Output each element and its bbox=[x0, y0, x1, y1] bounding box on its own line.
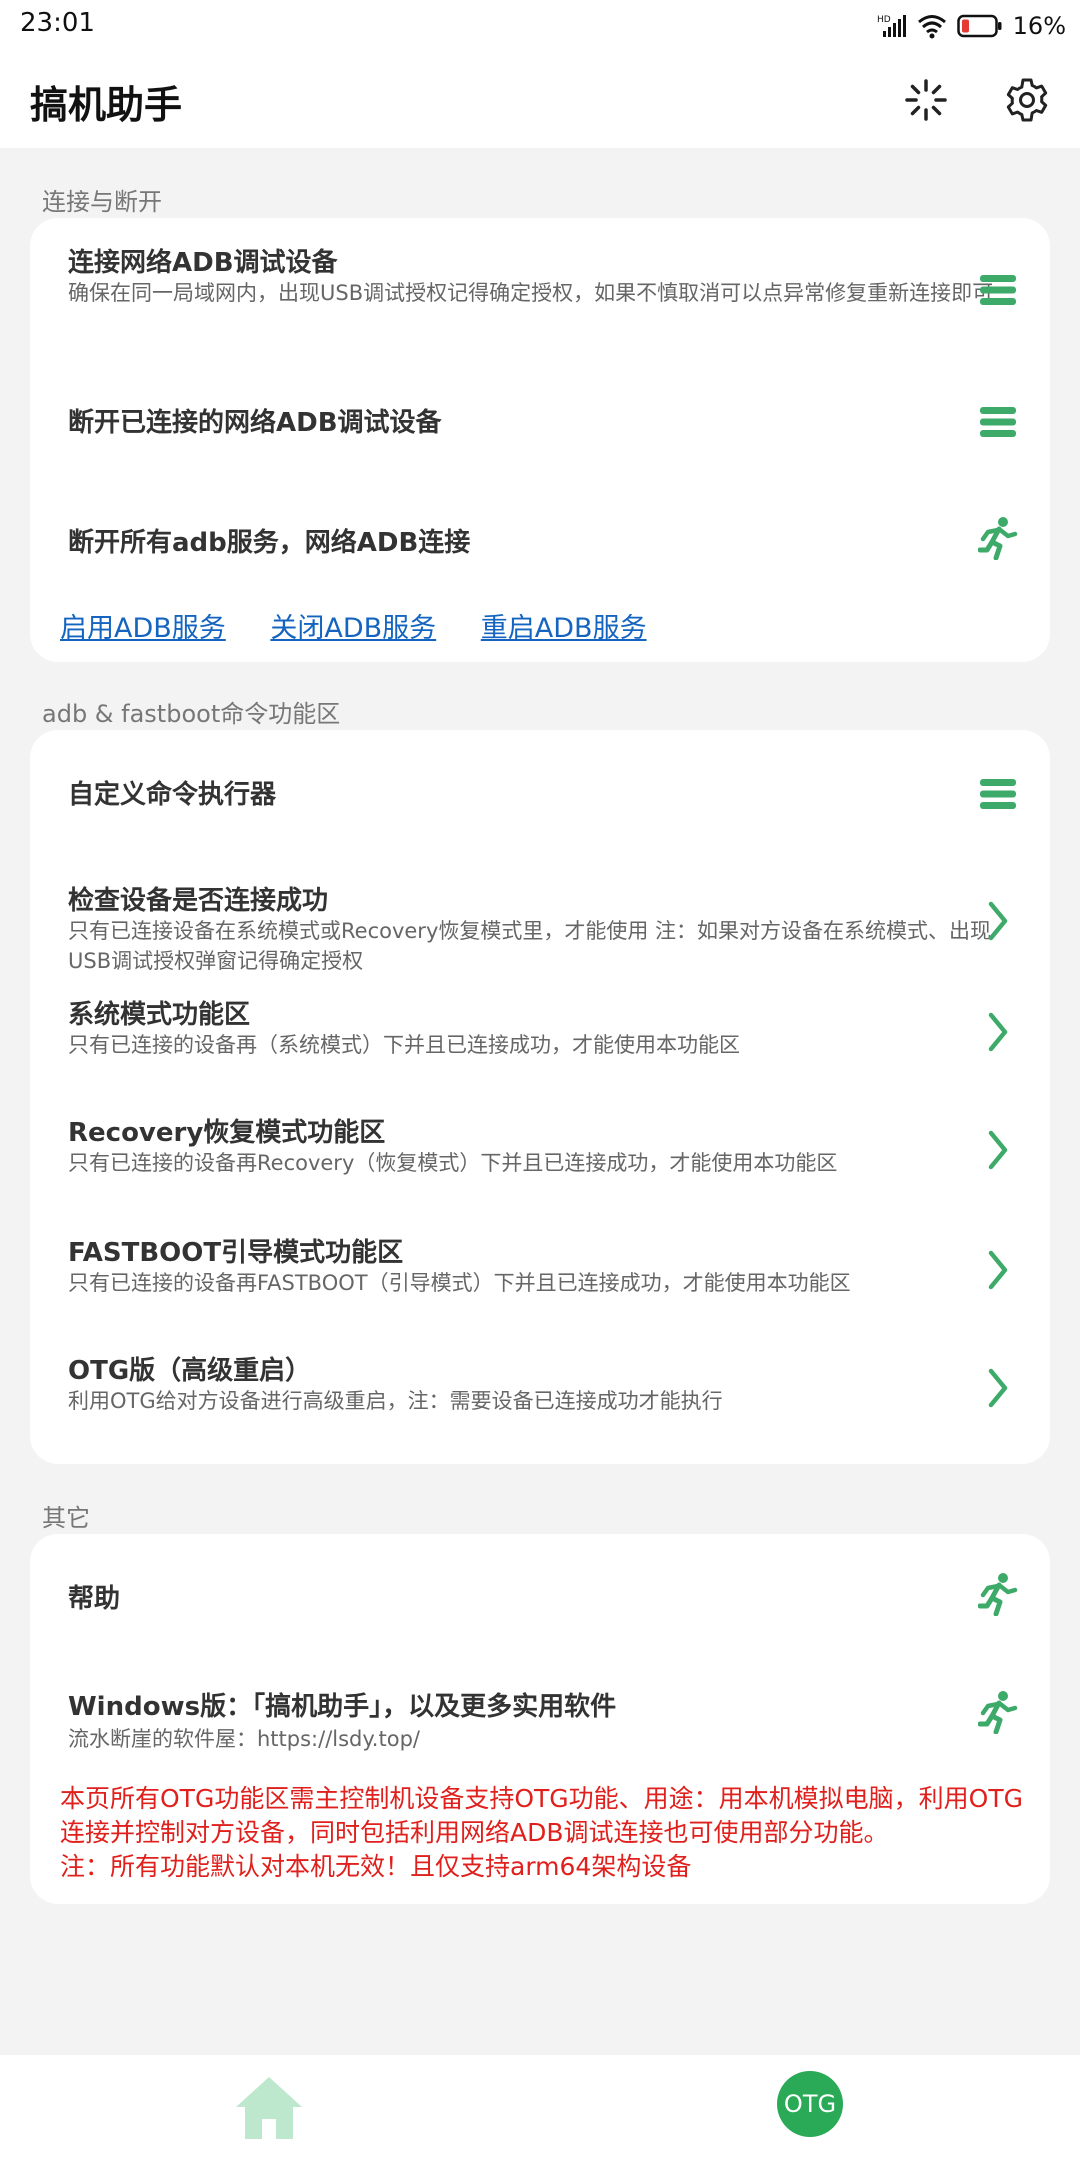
loading-spinner-icon[interactable] bbox=[898, 72, 954, 128]
row-title: Recovery恢复模式功能区 bbox=[68, 1118, 386, 1148]
row-title: 自定义命令执行器 bbox=[68, 780, 277, 810]
bottom-nav: OTG bbox=[0, 2055, 1080, 2160]
row-subtitle: 流水断崖的软件屋：https://lsdy.top/ bbox=[68, 1727, 420, 1751]
gear-icon[interactable] bbox=[999, 72, 1055, 128]
row-custom-command[interactable]: 自定义命令执行器 bbox=[30, 730, 1050, 840]
row-subtitle: 只有已连接的设备再FASTBOOT（引导模式）下并且已连接成功，才能使用本功能区 bbox=[68, 1271, 851, 1295]
otg-warning-text: 本页所有OTG功能区需主控制机设备支持OTG功能、用途：用本机模拟电脑，利用OT… bbox=[60, 1782, 1040, 1884]
row-title: 系统模式功能区 bbox=[68, 1000, 251, 1030]
status-bar: 23:01 HD 16% bbox=[0, 0, 1080, 52]
row-check-device[interactable]: 检查设备是否连接成功 只有已连接设备在系统模式或Recovery恢复模式里，才能… bbox=[30, 840, 1050, 980]
row-subtitle: 只有已连接设备在系统模式或Recovery恢复模式里，才能使用 注：如果对方设备… bbox=[68, 919, 992, 973]
otg-label: OTG bbox=[783, 2090, 837, 2118]
chevron-right-icon[interactable] bbox=[976, 1128, 1020, 1172]
row-title: OTG版（高级重启） bbox=[68, 1356, 312, 1386]
row-help[interactable]: 帮助 bbox=[30, 1534, 1050, 1644]
row-connect-network-adb[interactable]: 连接网络ADB调试设备 确保在同一局域网内，出现USB调试授权记得确定授权，如果… bbox=[30, 218, 1050, 368]
adb-service-links: 启用ADB服务 关闭ADB服务 重启ADB服务 bbox=[60, 606, 683, 645]
row-otg-reboot[interactable]: OTG版（高级重启） 利用OTG给对方设备进行高级重启，注：需要设备已连接成功才… bbox=[30, 1336, 1050, 1464]
row-title: 连接网络ADB调试设备 bbox=[68, 248, 338, 278]
row-windows-version[interactable]: Windows版：「搞机助手」，以及更多实用软件 流水断崖的软件屋：https:… bbox=[30, 1644, 1050, 1764]
row-title: 检查设备是否连接成功 bbox=[68, 886, 329, 916]
row-subtitle: 确保在同一局域网内，出现USB调试授权记得确定授权，如果不慎取消可以点异常修复重… bbox=[68, 281, 994, 305]
row-title: 断开所有adb服务，网络ADB连接 bbox=[68, 528, 471, 558]
otg-nav-button[interactable]: OTG bbox=[777, 2071, 843, 2137]
otg-warning-line-2: 注：所有功能默认对本机无效！且仅支持arm64架构设备 bbox=[60, 1852, 692, 1881]
status-icons: HD 16% bbox=[877, 8, 1066, 44]
section-label-connect: 连接与断开 bbox=[42, 188, 162, 216]
chevron-right-icon[interactable] bbox=[976, 1248, 1020, 1292]
app-title: 搞机助手 bbox=[30, 83, 183, 127]
chevron-right-icon[interactable] bbox=[976, 899, 1020, 943]
status-time: 23:01 bbox=[20, 8, 95, 38]
menu-icon[interactable] bbox=[976, 268, 1020, 312]
running-person-icon[interactable] bbox=[976, 1572, 1020, 1616]
section-label-other: 其它 bbox=[42, 1504, 90, 1532]
chevron-right-icon[interactable] bbox=[976, 1366, 1020, 1410]
row-system-mode[interactable]: 系统模式功能区 只有已连接的设备再（系统模式）下并且已连接成功，才能使用本功能区 bbox=[30, 980, 1050, 1098]
app-bar: 搞机助手 bbox=[0, 52, 1080, 148]
row-title: 断开已连接的网络ADB调试设备 bbox=[68, 408, 442, 438]
otg-warning-line-1: 本页所有OTG功能区需主控制机设备支持OTG功能、用途：用本机模拟电脑，利用OT… bbox=[60, 1784, 1023, 1847]
row-fastboot-mode[interactable]: FASTBOOT引导模式功能区 只有已连接的设备再FASTBOOT（引导模式）下… bbox=[30, 1218, 1050, 1336]
signal-icon: HD bbox=[877, 15, 906, 37]
row-recovery-mode[interactable]: Recovery恢复模式功能区 只有已连接的设备再Recovery（恢复模式）下… bbox=[30, 1098, 1050, 1218]
card-adb: 自定义命令执行器 检查设备是否连接成功 只有已连接设备在系统模式或Recover… bbox=[30, 730, 1050, 1464]
row-subtitle: 只有已连接的设备再（系统模式）下并且已连接成功，才能使用本功能区 bbox=[68, 1033, 740, 1057]
battery-percent: 16% bbox=[1012, 12, 1066, 40]
section-label-adb: adb & fastboot命令功能区 bbox=[42, 700, 341, 728]
enable-adb-link[interactable]: 启用ADB服务 bbox=[60, 613, 226, 644]
row-title: FASTBOOT引导模式功能区 bbox=[68, 1238, 404, 1268]
running-person-icon[interactable] bbox=[976, 516, 1020, 560]
row-title: 帮助 bbox=[68, 1584, 121, 1614]
running-person-icon[interactable] bbox=[976, 1690, 1020, 1734]
menu-icon[interactable] bbox=[976, 772, 1020, 816]
menu-icon[interactable] bbox=[976, 400, 1020, 444]
row-subtitle: 利用OTG给对方设备进行高级重启，注：需要设备已连接成功才能执行 bbox=[68, 1389, 723, 1413]
chevron-right-icon[interactable] bbox=[976, 1010, 1020, 1054]
close-adb-link[interactable]: 关闭ADB服务 bbox=[270, 613, 436, 644]
row-disconnect-all-adb[interactable]: 断开所有adb服务，网络ADB连接 bbox=[30, 488, 1050, 598]
row-title: Windows版：「搞机助手」，以及更多实用软件 bbox=[68, 1692, 617, 1722]
row-subtitle: 只有已连接的设备再Recovery（恢复模式）下并且已连接成功，才能使用本功能区 bbox=[68, 1151, 838, 1175]
card-connect: 连接网络ADB调试设备 确保在同一局域网内，出现USB调试授权记得确定授权，如果… bbox=[30, 218, 1050, 662]
restart-adb-link[interactable]: 重启ADB服务 bbox=[481, 613, 647, 644]
battery-icon bbox=[956, 14, 1002, 38]
home-icon[interactable] bbox=[232, 2073, 306, 2143]
wifi-icon bbox=[917, 15, 946, 39]
card-other: 帮助 Windows版：「搞机助手」，以及更多实用软件 流水断崖的软件屋：htt… bbox=[30, 1534, 1050, 1904]
row-disconnect-network-adb[interactable]: 断开已连接的网络ADB调试设备 bbox=[30, 368, 1050, 488]
svg-text:HD: HD bbox=[877, 15, 891, 25]
